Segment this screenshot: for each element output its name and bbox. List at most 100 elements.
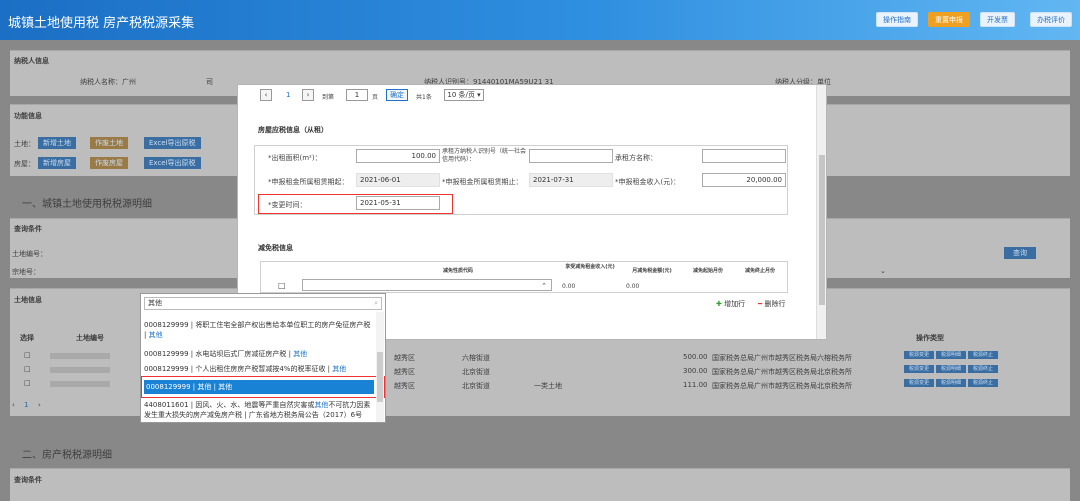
dropdown-scrollbar[interactable] xyxy=(376,312,384,422)
dropdown-option[interactable]: 0008129999 | 个人出租住房房产税暂减按4%的税率征收 | 其他 xyxy=(144,364,374,374)
row-change-button[interactable]: 税源变更 xyxy=(904,365,935,373)
land-tax-section-title: 一、城镇土地使用税税源明细 xyxy=(22,199,152,210)
modal-scrollbar[interactable] xyxy=(816,85,826,339)
row-amount: 111.00 xyxy=(683,381,708,389)
void-land-button[interactable]: 作废土地 xyxy=(90,137,128,149)
street-label: 宗地号： xyxy=(12,268,40,276)
row-detail-button[interactable]: 税源明细 xyxy=(936,379,967,387)
row-land-use: 一类土地 xyxy=(534,382,562,390)
current-page[interactable]: 1 xyxy=(24,401,28,409)
row-redacted xyxy=(50,353,110,359)
chevron-down-icon: ▾ xyxy=(477,91,481,99)
row-detail-button[interactable]: 税源明细 xyxy=(936,365,967,373)
goto-label: 到第 xyxy=(322,94,335,101)
dropdown-option[interactable]: 0008129999 | 将职工住宅全部产权出售给本单位职工的房产免征房产税 |… xyxy=(144,320,374,340)
col-land-no-header: 土地编号 xyxy=(76,334,104,342)
rent-income-input[interactable]: 20,000.00 xyxy=(702,173,786,187)
row-change-button[interactable]: 税源变更 xyxy=(904,351,935,359)
taxpayer-section-title: 纳税人信息 xyxy=(14,57,49,65)
dropdown-option[interactable]: 4408011601 | 因风、火、水、地震等严重自然灾害或其他不可抗力因素发生… xyxy=(144,400,374,420)
relief-code-select[interactable]: ⌃ xyxy=(302,279,552,291)
rent-section-title: 房屋应税信息（从租） xyxy=(258,126,328,134)
row-tax-office: 国家税务总局广州市越秀区税务局北京税务所 xyxy=(712,368,852,376)
lessee-name-label: 承租方名称： xyxy=(615,154,657,162)
next-page-icon[interactable]: › xyxy=(302,89,314,101)
row-district: 越秀区 xyxy=(394,382,415,390)
row-checkbox[interactable]: □ xyxy=(24,351,31,359)
void-house-button[interactable]: 作废房屋 xyxy=(90,157,128,169)
chevron-up-icon: ⌃ xyxy=(541,282,547,290)
rent-income-label: *申报租金收入(元)： xyxy=(615,178,680,186)
row-tax-office: 国家税务总局广州市越秀区税务局六榕税务所 xyxy=(712,354,852,362)
current-page-number[interactable]: 1 xyxy=(286,91,290,99)
per-page-select[interactable]: 10 条/页 ▾ xyxy=(444,89,484,101)
add-row-button[interactable]: ✚ 增加行 xyxy=(716,299,745,309)
lessee-id-label: 承租方纳税人识别号（统一社会信用代码）： xyxy=(442,148,527,163)
goto-confirm-button[interactable]: 确定 xyxy=(386,89,408,101)
land-label: 土地： xyxy=(14,140,35,148)
relief-code-header: 减免性质代码 xyxy=(442,268,473,274)
page-input[interactable]: 1 xyxy=(346,89,368,101)
row-end-button[interactable]: 税源终止 xyxy=(968,379,999,387)
taxpayer-name: 纳税人名称：广州 xyxy=(80,78,136,86)
search-icon: ⌕ xyxy=(374,299,378,307)
delete-row-button[interactable]: ━ 删除行 xyxy=(758,299,785,309)
relief-code-dropdown: 其他 ⌕ 0008129999 | 将职工住宅全部产权出售给本单位职工的房产免征… xyxy=(140,293,386,423)
page-suffix: 页 xyxy=(372,94,379,101)
row-street: 北京街道 xyxy=(462,368,490,376)
col-ops-header: 操作类型 xyxy=(916,334,944,342)
prev-page-icon[interactable]: ‹ xyxy=(12,401,15,409)
row-end-button[interactable]: 税源终止 xyxy=(968,351,999,359)
row-street: 六榕街道 xyxy=(462,354,490,362)
dropdown-search-input[interactable]: 其他 ⌕ xyxy=(144,297,382,310)
row-change-button[interactable]: 税源变更 xyxy=(904,379,935,387)
row-district: 越秀区 xyxy=(394,368,415,376)
house-query-title: 查询条件 xyxy=(14,476,42,484)
total-count: 共1条 xyxy=(416,94,432,101)
row-redacted xyxy=(50,367,110,373)
lessee-name-input[interactable] xyxy=(702,149,786,163)
house-label: 房屋： xyxy=(14,160,35,168)
house-tax-section-title: 二、房产税税源明细 xyxy=(22,450,112,461)
rent-start-input[interactable]: 2021-06-01 xyxy=(356,173,440,187)
row-amount: 300.00 xyxy=(683,367,708,375)
plus-icon: ✚ xyxy=(716,300,722,308)
lessee-id-input[interactable] xyxy=(529,149,613,163)
minus-icon: ━ xyxy=(758,300,763,308)
rating-button[interactable]: 办税评价 xyxy=(1030,12,1072,27)
add-house-button[interactable]: 新增房屋 xyxy=(38,157,76,169)
row-amount: 500.00 xyxy=(683,353,708,361)
rent-start-label: *申报租金所属租赁期起： xyxy=(268,178,349,186)
chevron-down-icon[interactable]: ⌄ xyxy=(880,267,886,275)
row-district: 越秀区 xyxy=(394,354,415,362)
row-tax-office: 国家税务总局广州市越秀区税务局北京税务所 xyxy=(712,382,852,390)
relief-section-title: 减免税信息 xyxy=(258,244,293,252)
top-bar: 城镇土地使用税 房产税税源采集 操作指南 重置申报 开发票 办税评价 xyxy=(0,0,1080,40)
house-query-panel: 查询条件 xyxy=(10,468,1070,501)
guide-button[interactable]: 操作指南 xyxy=(876,12,918,27)
export-house-button[interactable]: Excel导出原税 xyxy=(144,157,201,169)
invoice-button[interactable]: 开发票 xyxy=(980,12,1015,27)
add-land-button[interactable]: 新增土地 xyxy=(38,137,76,149)
next-page-icon[interactable]: › xyxy=(38,401,41,409)
relief-start-header: 减免起始月份 xyxy=(692,268,723,274)
land-info-title: 土地信息 xyxy=(14,296,42,304)
change-time-input[interactable]: 2021-05-31 xyxy=(356,196,440,210)
query-section-title: 查询条件 xyxy=(14,225,42,233)
prev-page-icon[interactable]: ‹ xyxy=(260,89,272,101)
export-land-button[interactable]: Excel导出原税 xyxy=(144,137,201,149)
rent-end-label: *申报租金所属租赁期止： xyxy=(442,178,523,186)
reset-declare-button[interactable]: 重置申报 xyxy=(928,12,970,27)
change-time-label: *变更时间： xyxy=(268,201,307,209)
row-end-button[interactable]: 税源终止 xyxy=(968,365,999,373)
taxpayer-name-suffix: 司 xyxy=(206,78,213,86)
rent-area-input[interactable]: 100.00 xyxy=(356,149,440,163)
row-detail-button[interactable]: 税源明细 xyxy=(936,351,967,359)
relief-row-checkbox[interactable]: □ xyxy=(278,281,286,290)
row-checkbox[interactable]: □ xyxy=(24,379,31,387)
relief-income-value: 0.00 xyxy=(562,283,576,290)
query-button[interactable]: 查询 xyxy=(1004,247,1036,259)
rent-end-input[interactable]: 2021-07-31 xyxy=(529,173,613,187)
row-checkbox[interactable]: □ xyxy=(24,365,31,373)
dropdown-option[interactable]: 0008129999 | 水电站坝后式厂房减征房产税 | 其他 xyxy=(144,349,374,359)
